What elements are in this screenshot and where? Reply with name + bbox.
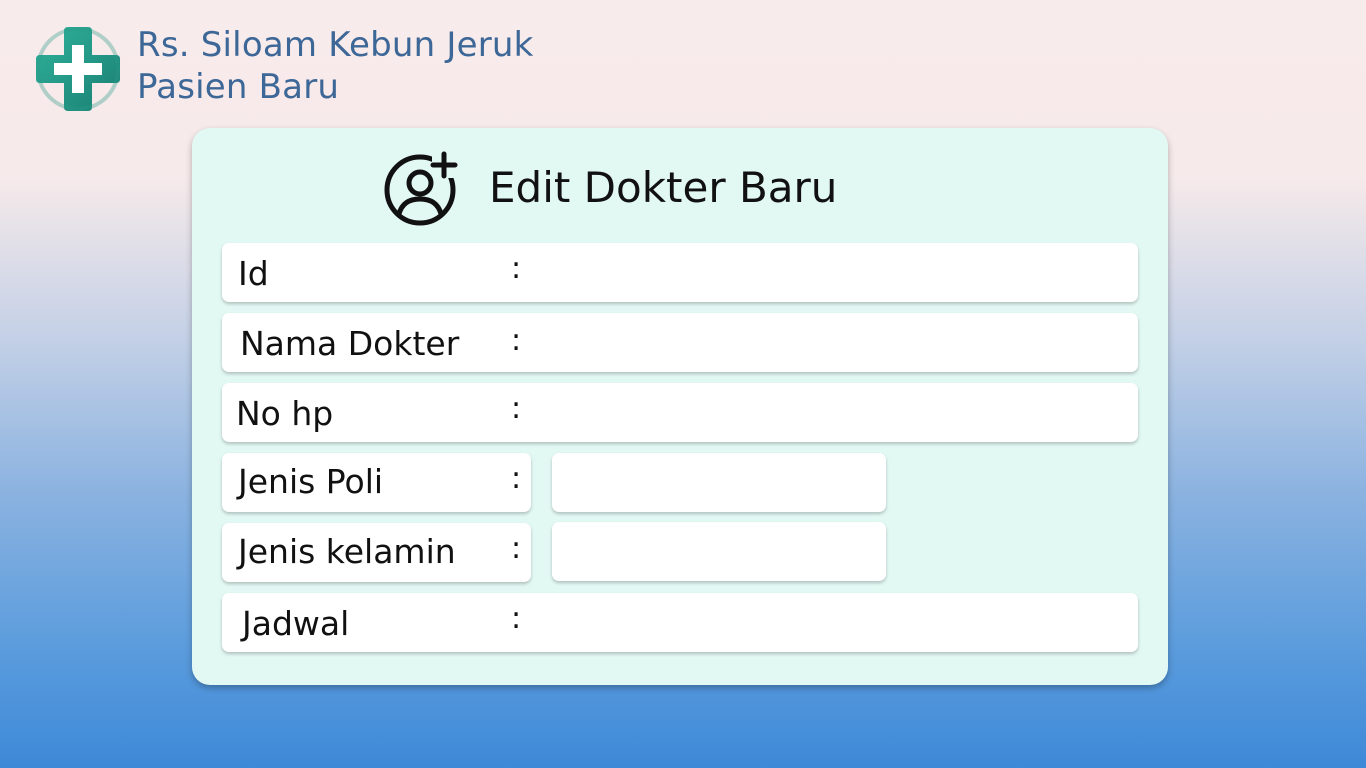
jadwal-input[interactable]: [542, 597, 1130, 648]
jadwal-colon: :: [511, 601, 522, 636]
jenis-poli-label-box: Jenis Poli :: [222, 453, 531, 512]
nama-dokter-label: Nama Dokter: [240, 324, 460, 363]
id-colon: :: [511, 251, 522, 286]
header-title-block: Rs. Siloam Kebun Jeruk Pasien Baru: [137, 24, 534, 108]
jenis-kelamin-label-box: Jenis kelamin :: [222, 523, 531, 582]
jadwal-field-row: Jadwal :: [222, 593, 1138, 652]
id-field-row: Id :: [222, 243, 1138, 302]
jenis-poli-label: Jenis Poli: [238, 462, 384, 501]
page-subtitle: Pasien Baru: [137, 67, 340, 107]
edit-doctor-form-card: Edit Dokter Baru Id : Nama Dokter : No h…: [192, 128, 1168, 685]
jenis-kelamin-colon: :: [511, 531, 522, 566]
hospital-logo-icon: [34, 25, 122, 113]
no-hp-label: No hp: [236, 394, 334, 433]
no-hp-colon: :: [511, 391, 522, 426]
jadwal-label: Jadwal: [242, 604, 350, 643]
form-title: Edit Dokter Baru: [489, 163, 838, 212]
no-hp-input[interactable]: [542, 387, 1130, 438]
jenis-poli-select[interactable]: [552, 453, 886, 512]
jenis-kelamin-select[interactable]: [552, 522, 886, 581]
add-user-icon: [384, 150, 460, 226]
id-label: Id: [238, 254, 269, 293]
hospital-name: Rs. Siloam Kebun Jeruk: [137, 25, 534, 65]
jenis-poli-colon: :: [511, 461, 522, 496]
id-input[interactable]: [542, 247, 1130, 298]
nama-dokter-colon: :: [511, 323, 522, 358]
nama-dokter-field-row: Nama Dokter :: [222, 313, 1138, 372]
jenis-kelamin-label: Jenis kelamin: [238, 532, 456, 571]
nama-dokter-input[interactable]: [542, 317, 1130, 368]
no-hp-field-row: No hp :: [222, 383, 1138, 442]
